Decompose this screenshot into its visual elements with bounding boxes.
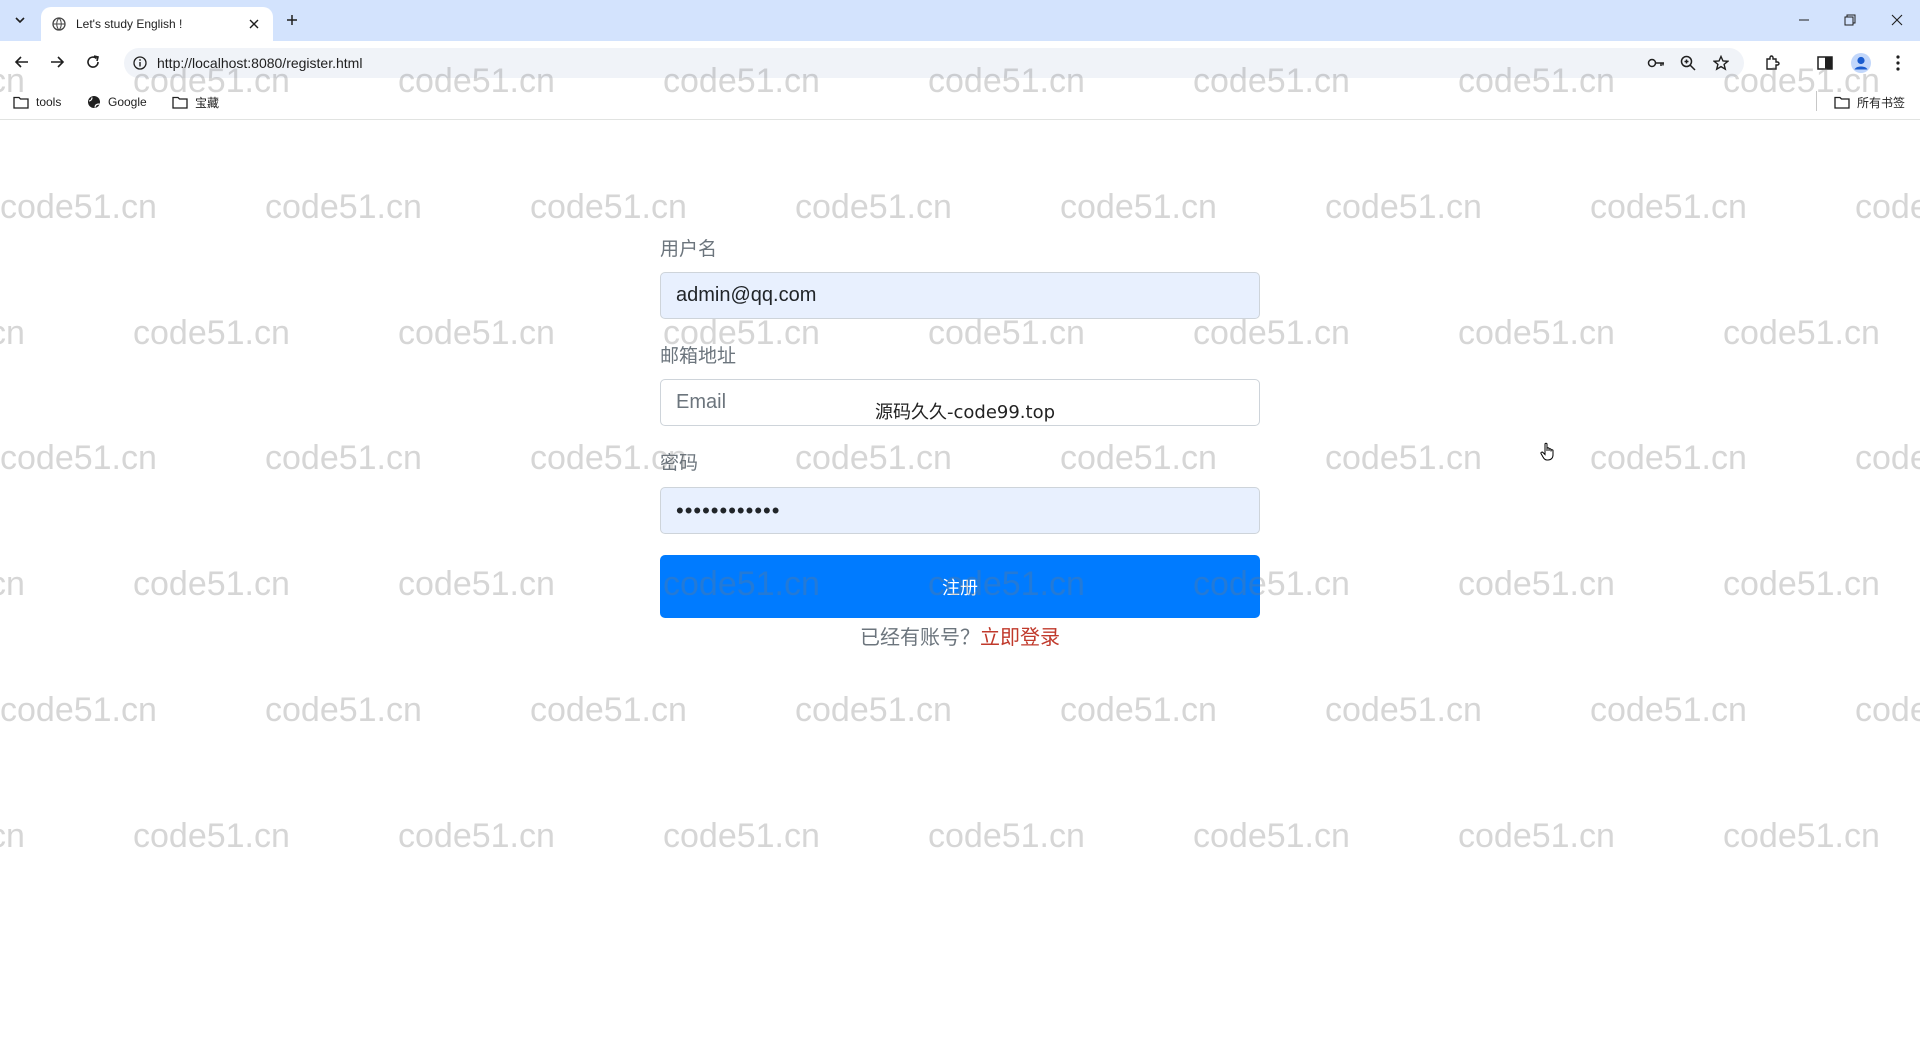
plus-icon bbox=[287, 15, 297, 25]
username-input[interactable]: admin@qq.com bbox=[660, 272, 1260, 319]
register-button[interactable]: 注册 bbox=[660, 555, 1260, 618]
menu-button[interactable] bbox=[1885, 50, 1911, 76]
email-label: 邮箱地址 bbox=[660, 346, 737, 367]
bookmark-label: 宝藏 bbox=[195, 95, 220, 110]
arrow-left-icon bbox=[14, 56, 28, 68]
bookmarks-separator bbox=[1816, 91, 1817, 111]
page-viewport: 用户名 admin@qq.com 邮箱地址 Email 密码 •••••••••… bbox=[0, 121, 1920, 1040]
hand-cursor-icon bbox=[1540, 442, 1554, 461]
folder-icon bbox=[172, 96, 188, 109]
avatar-icon bbox=[1851, 53, 1871, 73]
puzzle-icon bbox=[1766, 55, 1780, 70]
new-tab-button[interactable] bbox=[280, 8, 304, 32]
bookmark-label: tools bbox=[36, 95, 62, 109]
info-icon[interactable] bbox=[132, 55, 148, 71]
folder-icon bbox=[1834, 96, 1850, 109]
profile-button[interactable] bbox=[1848, 50, 1874, 76]
tab-close-button[interactable] bbox=[245, 15, 263, 33]
forward-button[interactable] bbox=[45, 50, 69, 74]
side-panel-button[interactable] bbox=[1812, 50, 1838, 76]
bookmarks-bar: tools Google 宝藏 所有书签 bbox=[0, 83, 1920, 120]
reload-button[interactable] bbox=[81, 50, 105, 74]
active-tab[interactable]: Let's study English ! bbox=[41, 7, 273, 41]
bookmark-tools[interactable]: tools bbox=[13, 92, 61, 112]
side-panel-icon bbox=[1817, 56, 1833, 70]
restore-button[interactable] bbox=[1827, 0, 1873, 40]
globe-icon bbox=[51, 16, 67, 32]
restore-icon bbox=[1844, 14, 1856, 26]
bookmark-label: Google bbox=[108, 95, 147, 109]
url-text: http://localhost:8080/register.html bbox=[157, 55, 363, 71]
password-key-icon[interactable] bbox=[1646, 53, 1666, 73]
globe-icon bbox=[88, 96, 100, 108]
back-button[interactable] bbox=[10, 50, 34, 74]
bookmark-treasure[interactable]: 宝藏 bbox=[172, 92, 219, 112]
minimize-icon bbox=[1799, 19, 1809, 21]
arrow-right-icon bbox=[51, 56, 65, 68]
have-account-line: 已经有账号？立即登录 bbox=[660, 621, 1260, 650]
bookmark-google[interactable]: Google bbox=[87, 92, 147, 112]
overlay-watermark-text: 源码久久-code99.top bbox=[875, 402, 1056, 423]
have-account-text: 已经有账号？ bbox=[860, 627, 980, 649]
chevron-down-icon bbox=[15, 17, 25, 24]
address-bar[interactable]: http://localhost:8080/register.html bbox=[124, 48, 1744, 78]
login-link[interactable]: 立即登录 bbox=[980, 627, 1060, 649]
tab-strip: Let's study English ! bbox=[0, 0, 1920, 41]
all-bookmarks-button[interactable]: 所有书签 bbox=[1834, 92, 1905, 112]
password-input[interactable]: •••••••••••• bbox=[660, 487, 1260, 534]
extensions-button[interactable] bbox=[1759, 50, 1785, 76]
zoom-icon[interactable] bbox=[1678, 53, 1698, 73]
username-label: 用户名 bbox=[660, 239, 718, 260]
kebab-menu-icon bbox=[1896, 55, 1900, 71]
window-close-button[interactable] bbox=[1874, 0, 1920, 40]
tab-title: Let's study English ! bbox=[76, 17, 183, 31]
bookmark-star-icon[interactable] bbox=[1711, 53, 1731, 73]
folder-icon bbox=[13, 96, 29, 109]
tab-search-button[interactable] bbox=[8, 8, 32, 32]
all-bookmarks-label: 所有书签 bbox=[1857, 95, 1906, 110]
reload-icon bbox=[87, 55, 99, 68]
password-label: 密码 bbox=[660, 453, 699, 474]
minimize-button[interactable] bbox=[1781, 0, 1827, 40]
close-icon bbox=[1891, 14, 1903, 26]
close-icon bbox=[249, 19, 259, 29]
